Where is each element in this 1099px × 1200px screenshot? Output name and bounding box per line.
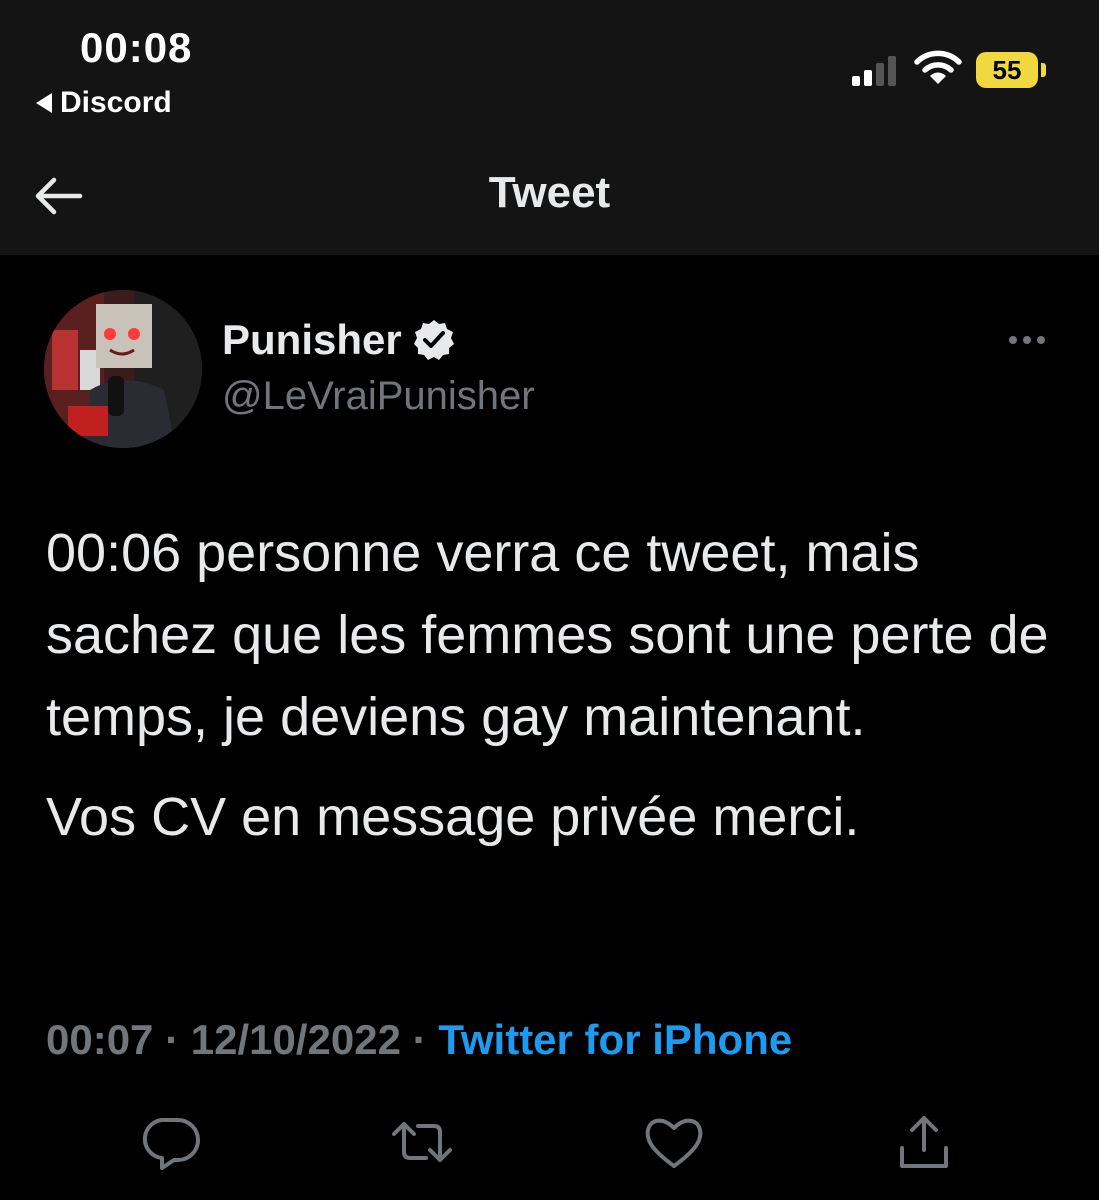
reply-icon[interactable] [140, 1110, 204, 1174]
back-app-label: Discord [60, 86, 172, 119]
tweet-paragraph: 00:06 personne verra ce tweet, mais sach… [46, 523, 1049, 747]
retweet-icon[interactable] [390, 1110, 454, 1174]
back-to-app-link[interactable]: Discord [36, 86, 172, 120]
battery-level: 55 [992, 54, 1022, 85]
share-icon[interactable] [892, 1110, 956, 1174]
avatar[interactable] [44, 290, 202, 448]
meta-separator: · [412, 1016, 427, 1063]
status-time: 00:08 [80, 24, 193, 71]
verified-badge-icon [413, 320, 454, 360]
avatar-image [44, 290, 202, 448]
wifi-icon [914, 50, 962, 84]
tweet-date[interactable]: 12/10/2022 [191, 1016, 401, 1063]
author-display-name: Punisher [222, 316, 402, 363]
back-triangle-icon [36, 93, 52, 113]
page-title: Tweet [488, 168, 611, 217]
tweet-meta: 00:07 · 12/10/2022 · Twitter for iPhone [46, 1016, 792, 1064]
battery-nub [1041, 63, 1046, 77]
more-horizontal-icon[interactable] [1002, 324, 1052, 356]
tweet-text: 00:06 personne verra ce tweet, mais sach… [46, 512, 1056, 858]
cellular-signal-icon [852, 56, 896, 86]
like-icon[interactable] [642, 1110, 706, 1174]
tweet-source-link[interactable]: Twitter for iPhone [438, 1016, 792, 1063]
meta-separator: · [165, 1016, 180, 1063]
battery-indicator: 55 [976, 52, 1038, 88]
tweet-time[interactable]: 00:07 [46, 1016, 153, 1063]
author-display-name-row[interactable]: Punisher [222, 316, 456, 364]
tweet-paragraph: Vos CV en message privée merci. [46, 787, 860, 847]
author-handle[interactable]: @LeVraiPunisher [222, 374, 535, 419]
